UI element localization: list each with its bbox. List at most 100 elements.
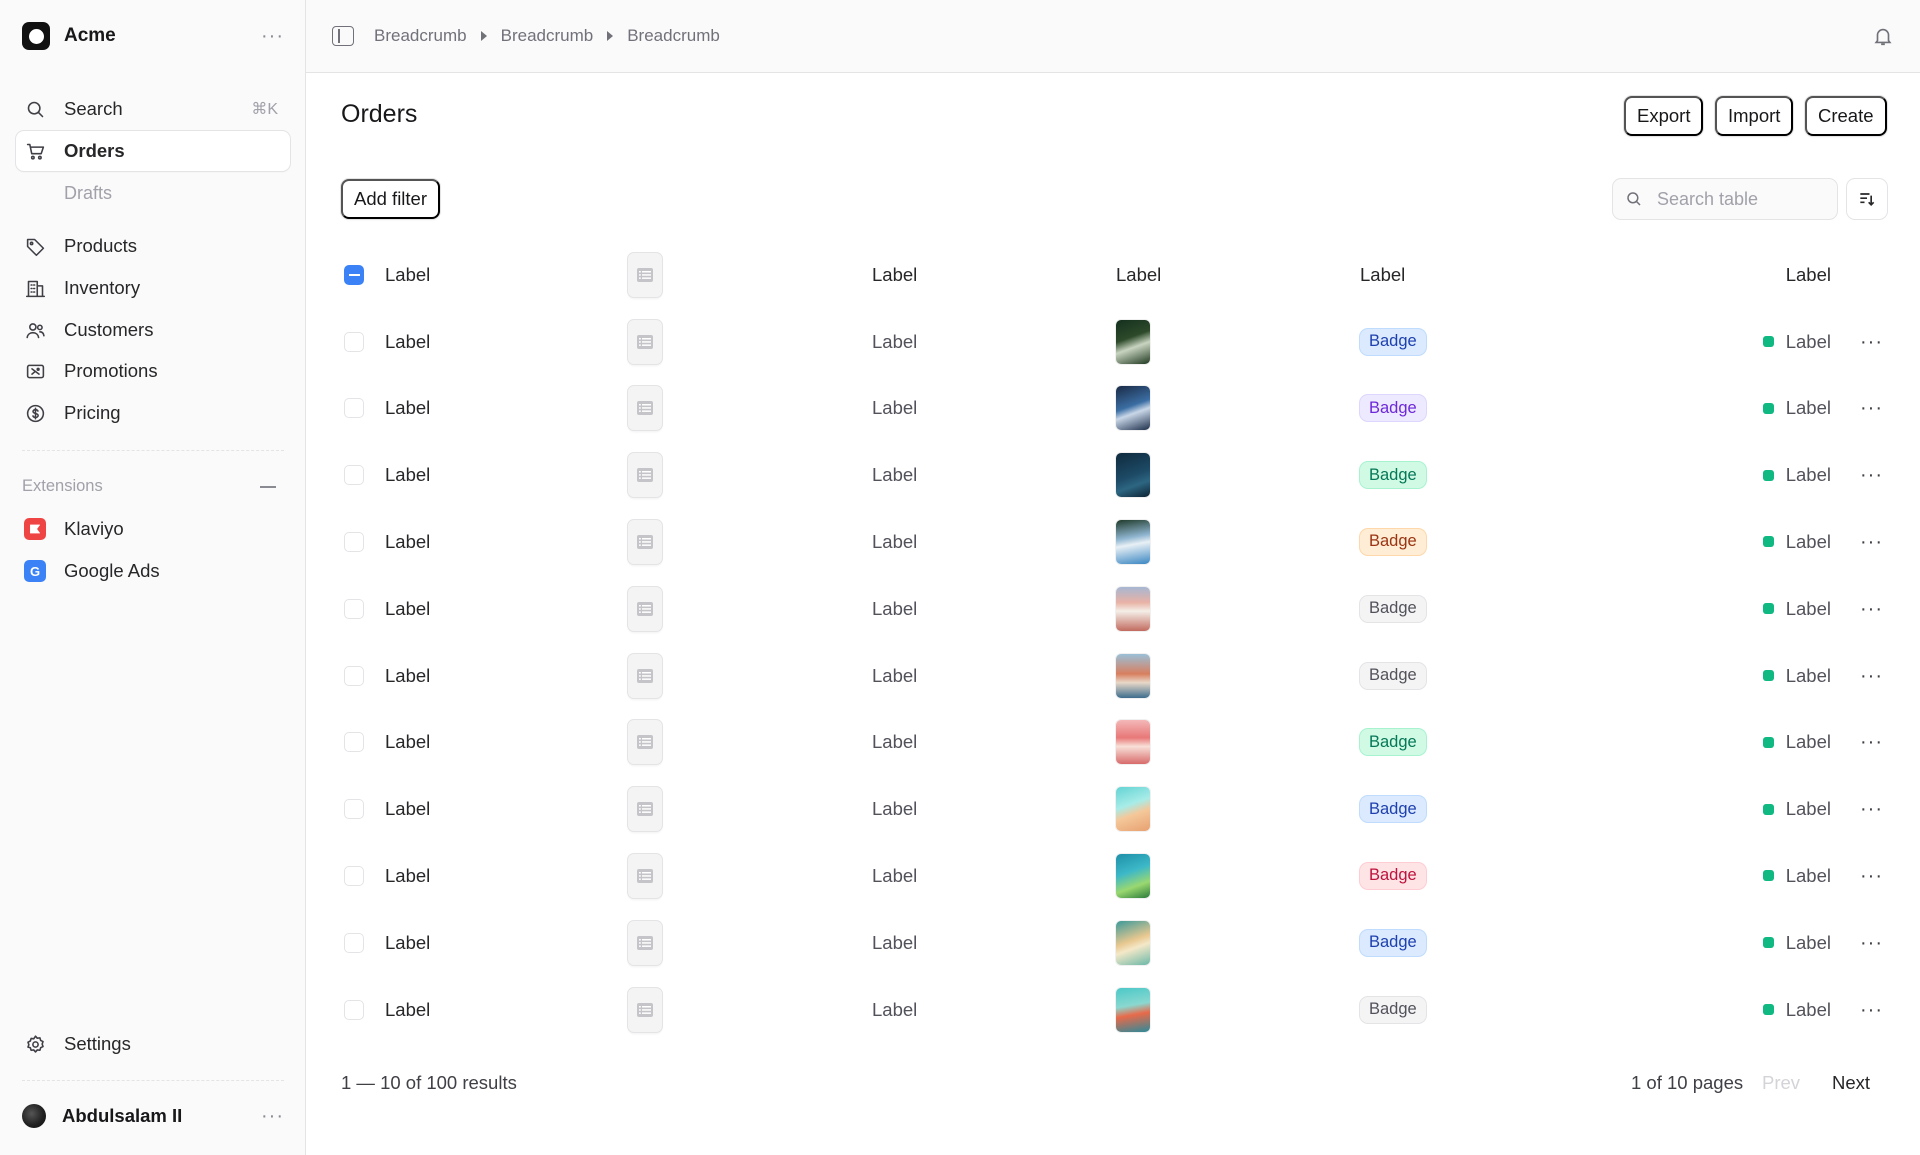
table-row[interactable]: Label Label Badge Label ··· [306, 842, 1920, 909]
sidebar: Acme ··· Search ⌘K Orders Drafts Product… [0, 0, 306, 1155]
collapse-extensions-icon[interactable] [260, 485, 276, 488]
sidebar-item-klaviyo[interactable]: Klaviyo [16, 509, 290, 549]
row-checkbox[interactable] [344, 932, 364, 953]
avatar [22, 1104, 46, 1128]
status-dot-icon [1762, 937, 1774, 949]
bell-icon[interactable] [1872, 24, 1894, 48]
row-actions-icon[interactable]: ··· [1860, 933, 1883, 953]
ticket-icon [24, 360, 46, 382]
row-status: Label [1762, 999, 1831, 1021]
column-header[interactable]: Label [872, 264, 917, 286]
table-row[interactable]: Label Label Badge Label ··· [306, 909, 1920, 976]
row-actions-icon[interactable]: ··· [1860, 532, 1883, 552]
sidebar-toggle-icon[interactable] [332, 26, 354, 46]
status-badge: Badge [1360, 862, 1426, 889]
row-actions-icon[interactable]: ··· [1860, 666, 1883, 686]
row-actions-icon[interactable]: ··· [1860, 398, 1883, 418]
file-icon [628, 586, 662, 631]
row-checkbox[interactable] [344, 465, 364, 486]
table-row[interactable]: Label Label Badge Label ··· [306, 642, 1920, 709]
import-button[interactable]: Import [1715, 96, 1794, 136]
status-badge: Badge [1360, 462, 1426, 489]
table-row[interactable]: Label Label Badge Label ··· [306, 308, 1920, 375]
table-row[interactable]: Label Label Badge Label ··· [306, 709, 1920, 776]
row-actions-icon[interactable]: ··· [1860, 465, 1883, 485]
sidebar-item-inventory[interactable]: Inventory [16, 268, 290, 308]
sidebar-item-customers[interactable]: Customers [16, 310, 290, 350]
row-checkbox[interactable] [344, 598, 364, 619]
row-checkbox[interactable] [344, 531, 364, 552]
search-table-input[interactable]: Search table [1613, 179, 1837, 219]
table-row[interactable]: Label Label Badge Label ··· [306, 976, 1920, 1043]
select-all-checkbox[interactable] [344, 264, 364, 285]
table-row[interactable]: Label Label Badge Label ··· [306, 375, 1920, 442]
row-actions-icon[interactable]: ··· [1860, 599, 1883, 619]
column-header[interactable]: Label [1786, 264, 1831, 286]
sort-button[interactable] [1847, 179, 1887, 219]
dollar-circle-icon [24, 402, 46, 424]
row-label: Label [385, 731, 431, 753]
table-row[interactable]: Label Label Badge Label ··· [306, 575, 1920, 642]
breadcrumb-item[interactable]: Breadcrumb [501, 26, 594, 46]
sidebar-item-products[interactable]: Products [16, 226, 290, 266]
table-row[interactable]: Label Label Badge Label ··· [306, 508, 1920, 575]
store-switcher[interactable]: Acme ··· [22, 20, 284, 52]
row-thumbnail [1116, 653, 1150, 698]
sidebar-item-google-ads[interactable]: G Google Ads [16, 551, 290, 591]
add-filter-button[interactable]: Add filter [341, 179, 441, 219]
status-dot-icon [1762, 469, 1774, 481]
row-checkbox[interactable] [344, 665, 364, 686]
row-label: Label [385, 330, 431, 352]
row-thumbnail [1116, 453, 1150, 498]
row-actions-icon[interactable]: ··· [1860, 866, 1883, 886]
klaviyo-icon [24, 518, 46, 540]
row-status: Label [1762, 464, 1831, 486]
sidebar-item-label: Klaviyo [64, 518, 124, 539]
sidebar-search[interactable]: Search ⌘K [16, 89, 290, 129]
row-checkbox[interactable] [344, 799, 364, 820]
row-status: Label [1762, 598, 1831, 620]
sidebar-item-orders[interactable]: Orders [16, 131, 290, 171]
prev-button[interactable]: Prev [1762, 1072, 1800, 1094]
row-checkbox[interactable] [344, 999, 364, 1020]
status-badge: Badge [1360, 662, 1426, 689]
row-actions-icon[interactable]: ··· [1860, 732, 1883, 752]
column-header[interactable]: Label [1360, 264, 1405, 286]
sidebar-item-settings[interactable]: Settings [16, 1024, 290, 1064]
row-status: Label [1762, 932, 1831, 954]
column-header[interactable]: Label [385, 264, 430, 286]
breadcrumb-item[interactable]: Breadcrumb [374, 26, 467, 46]
row-label: Label [385, 397, 431, 419]
next-button[interactable]: Next [1832, 1072, 1870, 1094]
sidebar-item-label: Pricing [64, 402, 121, 423]
row-label: Label [385, 664, 431, 686]
user-menu[interactable]: Abdulsalam II ··· [22, 1104, 284, 1128]
sidebar-item-pricing[interactable]: Pricing [16, 393, 290, 433]
store-menu-icon[interactable]: ··· [261, 26, 284, 46]
create-button[interactable]: Create [1805, 96, 1887, 136]
breadcrumb-item[interactable]: Breadcrumb [627, 26, 720, 46]
table-row[interactable]: Label Label Badge Label ··· [306, 776, 1920, 843]
row-checkbox[interactable] [344, 331, 364, 352]
status-badge: Badge [1360, 595, 1426, 622]
column-header[interactable]: Label [1116, 264, 1161, 286]
row-label: Label [872, 931, 918, 953]
export-button[interactable]: Export [1624, 96, 1704, 136]
sidebar-item-promotions[interactable]: Promotions [16, 351, 290, 391]
table-row[interactable]: Label Label Badge Label ··· [306, 442, 1920, 509]
sidebar-subitem-drafts[interactable]: Drafts [64, 183, 112, 204]
user-menu-icon[interactable]: ··· [261, 1106, 284, 1126]
row-actions-icon[interactable]: ··· [1860, 1000, 1883, 1020]
row-checkbox[interactable] [344, 865, 364, 886]
row-actions-icon[interactable]: ··· [1860, 799, 1883, 819]
sidebar-item-label: Products [64, 235, 138, 256]
row-label: Label [385, 864, 431, 886]
row-checkbox[interactable] [344, 398, 364, 419]
row-actions-icon[interactable]: ··· [1860, 332, 1883, 352]
acme-logo-icon [22, 22, 50, 50]
row-label: Label [385, 998, 431, 1020]
row-label: Label [385, 798, 431, 820]
row-checkbox[interactable] [344, 732, 364, 753]
row-label: Label [385, 464, 431, 486]
row-thumbnail [1116, 519, 1150, 564]
